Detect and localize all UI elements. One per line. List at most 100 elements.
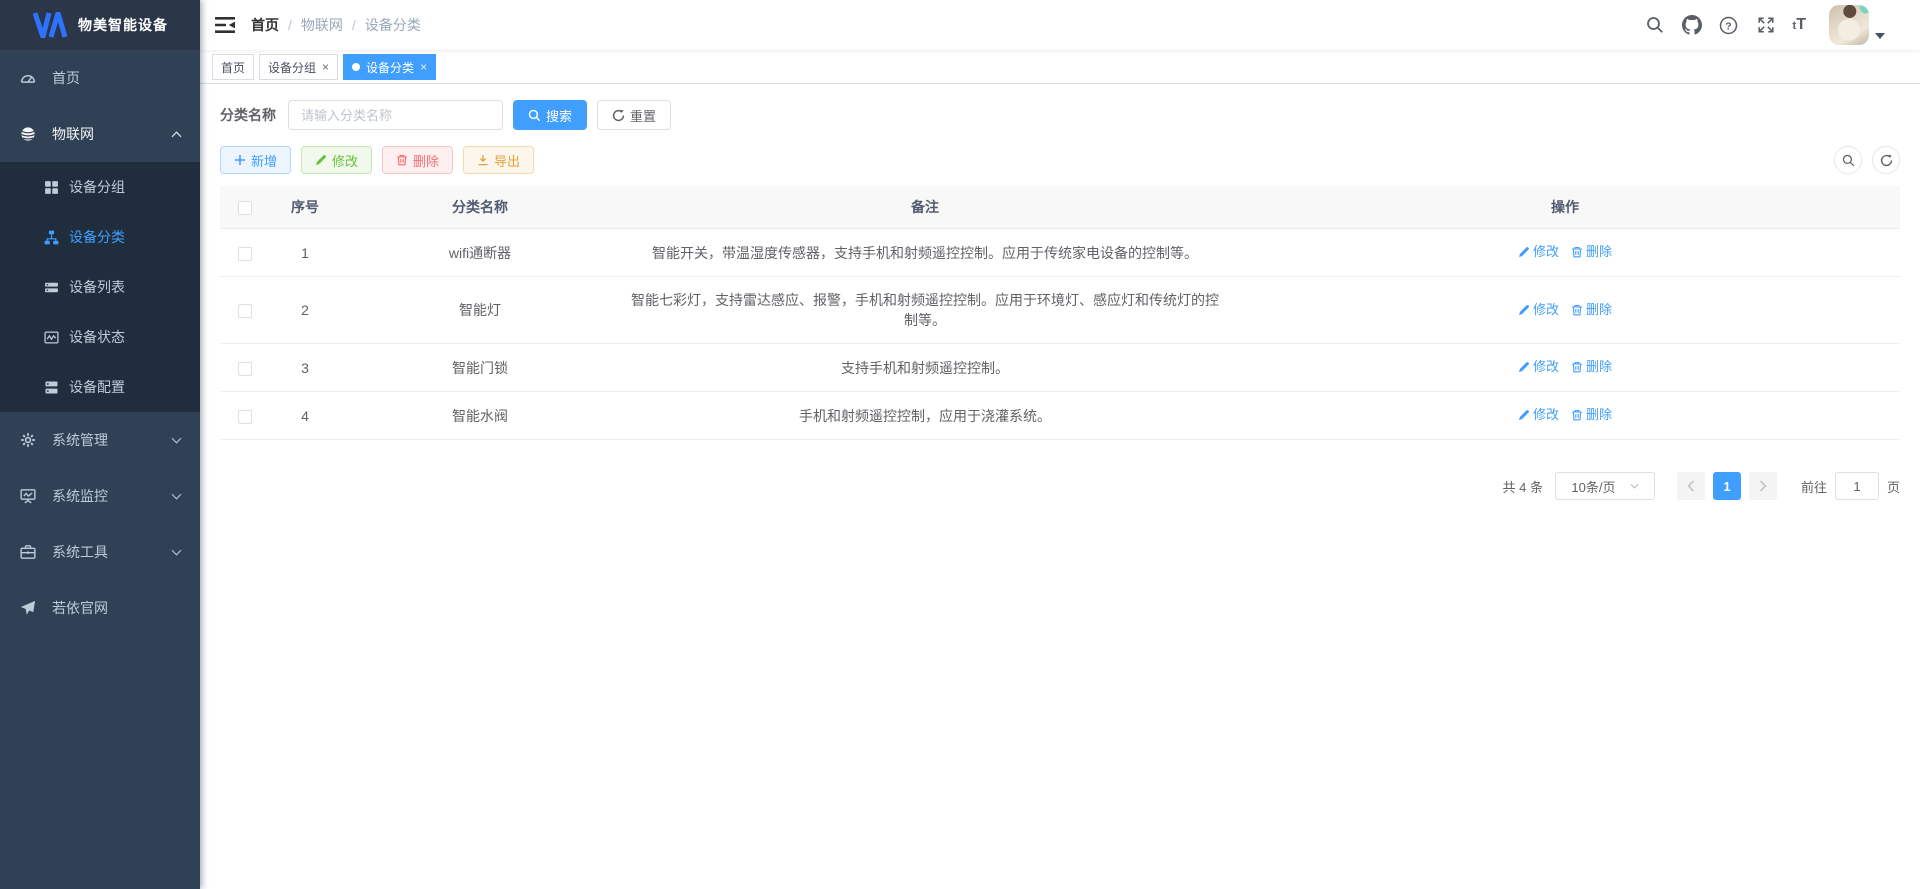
- dashboard-icon: [20, 70, 36, 86]
- row-edit-link[interactable]: 修改: [1518, 242, 1559, 262]
- sidebar-item-official-site[interactable]: 若依官网: [0, 580, 200, 636]
- table-row: 3智能门锁支持手机和射频遥控控制。修改删除: [220, 344, 1900, 392]
- next-page-button[interactable]: [1749, 472, 1777, 500]
- reset-button[interactable]: 重置: [597, 100, 671, 130]
- sidebar-item-home[interactable]: 首页: [0, 50, 200, 106]
- svg-text:?: ?: [1725, 21, 1731, 32]
- page-size-select[interactable]: 10条/页: [1555, 472, 1655, 500]
- cell-actions: 修改删除: [1230, 229, 1900, 277]
- tags-view-bar: 首页设备分组×设备分类×: [200, 50, 1920, 84]
- avatar[interactable]: [1829, 5, 1869, 45]
- row-edit-link[interactable]: 修改: [1518, 405, 1559, 425]
- table-tools: [1834, 146, 1900, 174]
- pagination-total: 共 4 条: [1503, 477, 1543, 496]
- cell-actions: 修改删除: [1230, 344, 1900, 392]
- fullscreen-icon[interactable]: [1756, 15, 1776, 35]
- sidebar-item-device-category[interactable]: 设备分类: [0, 212, 200, 262]
- refresh-icon: [612, 109, 625, 122]
- sidebar-item-label: 首页: [52, 68, 80, 88]
- add-button[interactable]: 新增: [220, 146, 291, 174]
- sidebar-item-system-admin[interactable]: 系统管理: [0, 412, 200, 468]
- sidebar-item-device-group[interactable]: 设备分组: [0, 162, 200, 212]
- github-icon[interactable]: [1682, 15, 1702, 35]
- row-checkbox[interactable]: [238, 304, 252, 318]
- delete-button[interactable]: 删除: [382, 146, 453, 174]
- font-size-icon[interactable]: tT: [1793, 17, 1806, 33]
- submenu-iot: 设备分组设备分类设备列表设备状态设备配置: [0, 162, 200, 412]
- row-checkbox[interactable]: [238, 410, 252, 424]
- sidebar-item-system-monitor[interactable]: 系统监控: [0, 468, 200, 524]
- page-number-button[interactable]: 1: [1713, 472, 1741, 500]
- jump-label: 前往: [1801, 477, 1827, 496]
- sidebar-item-device-list[interactable]: 设备列表: [0, 262, 200, 312]
- filter-label: 分类名称: [220, 105, 276, 125]
- table-row: 4智能水阀手机和射频遥控控制，应用于浇灌系统。修改删除: [220, 392, 1900, 440]
- trash-icon: [1571, 246, 1583, 258]
- page-jumper: 前往 页: [1801, 472, 1900, 500]
- edit-icon: [1518, 246, 1530, 258]
- cell-index: 4: [270, 392, 340, 440]
- user-menu[interactable]: [1829, 5, 1885, 45]
- row-delete-link[interactable]: 删除: [1571, 300, 1612, 320]
- breadcrumb-item[interactable]: 首页: [251, 15, 279, 35]
- row-edit-link[interactable]: 修改: [1518, 357, 1559, 377]
- cell-remark: 智能七彩灯，支持雷达感应、报警，手机和射频遥控控制。应用于环境灯、感应灯和传统灯…: [620, 277, 1230, 344]
- sidebar-item-label: 系统工具: [52, 542, 108, 562]
- tab-label: 首页: [221, 59, 245, 76]
- cell-index: 3: [270, 344, 340, 392]
- sidebar-item-device-config[interactable]: 设备配置: [0, 362, 200, 412]
- sidebar-item-device-status[interactable]: 设备状态: [0, 312, 200, 362]
- chevron-down-icon: [1630, 483, 1639, 489]
- sidebar-item-label: 若依官网: [52, 598, 108, 618]
- prev-page-button[interactable]: [1677, 472, 1705, 500]
- jump-page-input[interactable]: [1835, 472, 1879, 500]
- sidebar: 物美智能设备 首页物联网设备分组设备分类设备列表设备状态设备配置系统管理系统监控…: [0, 0, 200, 889]
- cell-actions: 修改删除: [1230, 392, 1900, 440]
- search-icon[interactable]: [1645, 15, 1665, 35]
- filter-form: 分类名称 搜索 重置: [220, 100, 1900, 130]
- pagination: 共 4 条 10条/页 1 前往 页: [220, 472, 1900, 500]
- tab-设备分组[interactable]: 设备分组 ×: [259, 54, 338, 80]
- close-icon[interactable]: ×: [322, 61, 329, 73]
- column-remark: 备注: [620, 186, 1230, 229]
- cell-actions: 修改删除: [1230, 277, 1900, 344]
- row-delete-link[interactable]: 删除: [1571, 357, 1612, 377]
- category-name-input[interactable]: [288, 100, 503, 130]
- help-icon[interactable]: ?: [1719, 15, 1739, 35]
- toolbox-icon: [20, 544, 36, 560]
- device-group-icon: [44, 180, 59, 195]
- device-status-icon: [44, 330, 59, 345]
- toggle-search-button[interactable]: [1834, 146, 1862, 174]
- chevron-down-icon: [1875, 33, 1885, 39]
- device-list-icon: [44, 280, 59, 295]
- row-delete-link[interactable]: 删除: [1571, 405, 1612, 425]
- table-toolbar: 新增 修改 删除 导出: [220, 146, 1900, 174]
- search-button[interactable]: 搜索: [513, 100, 587, 130]
- download-icon: [477, 154, 489, 166]
- sidebar-toggle-icon[interactable]: [215, 16, 235, 34]
- sidebar-item-label: 设备列表: [69, 277, 125, 297]
- close-icon[interactable]: ×: [420, 61, 427, 73]
- sidebar-item-system-tools[interactable]: 系统工具: [0, 524, 200, 580]
- logo-icon: [32, 12, 68, 38]
- breadcrumb-item: 物联网: [301, 15, 343, 35]
- app-logo[interactable]: 物美智能设备: [0, 0, 200, 50]
- sidebar-item-label: 设备分组: [69, 177, 125, 197]
- row-checkbox[interactable]: [238, 247, 252, 261]
- refresh-table-button[interactable]: [1872, 146, 1900, 174]
- select-all-checkbox[interactable]: [238, 201, 252, 215]
- edit-icon: [1518, 409, 1530, 421]
- tab-label: 设备分组: [268, 59, 316, 76]
- breadcrumb-item: 设备分类: [365, 15, 421, 35]
- breadcrumb-separator: /: [352, 17, 356, 33]
- row-delete-link[interactable]: 删除: [1571, 242, 1612, 262]
- trash-icon: [1571, 361, 1583, 373]
- row-checkbox[interactable]: [238, 362, 252, 376]
- tab-设备分类[interactable]: 设备分类×: [343, 54, 436, 80]
- export-button[interactable]: 导出: [463, 146, 534, 174]
- modify-button[interactable]: 修改: [301, 146, 372, 174]
- sidebar-item-iot[interactable]: 物联网: [0, 106, 200, 162]
- row-edit-link[interactable]: 修改: [1518, 300, 1559, 320]
- jump-unit: 页: [1887, 477, 1900, 496]
- tab-首页[interactable]: 首页: [212, 54, 254, 80]
